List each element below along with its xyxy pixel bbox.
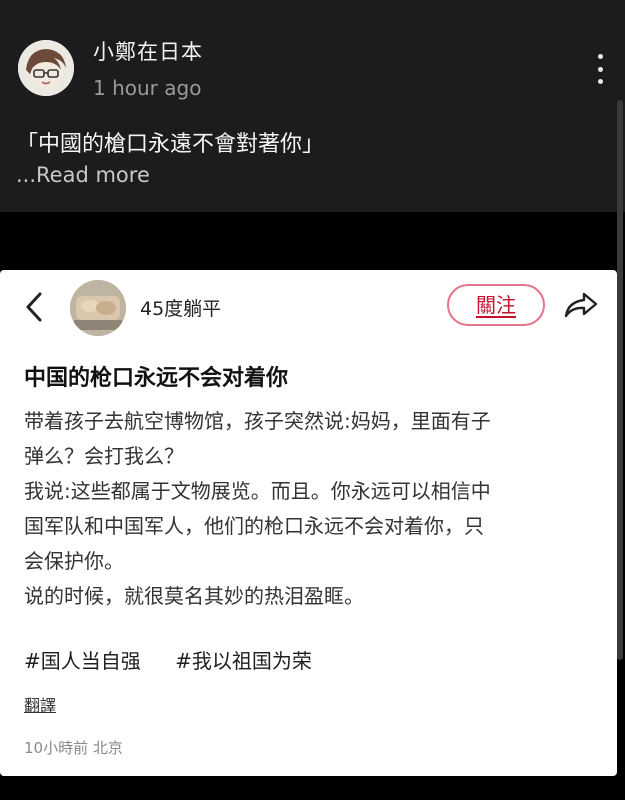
embedded-body: 带着孩子去航空博物馆，孩子突然说:妈妈，里面有子 弹么？会打我么？ 我说:这些都… bbox=[24, 404, 604, 614]
body-line: 说的时候，就很莫名其妙的热泪盈眶。 bbox=[24, 584, 364, 608]
embedded-username[interactable]: 45度躺平 bbox=[140, 294, 221, 321]
follow-button[interactable]: 關注 bbox=[447, 284, 545, 326]
embedded-title: 中国的枪口永远不会对着你 bbox=[24, 366, 289, 391]
embedded-post-screenshot: 45度躺平 關注 中国的枪口永远不会对着你 带着孩子去航空博物馆，孩子突然说:妈… bbox=[0, 270, 617, 776]
hashtag-list: #国人当自强 #我以祖国为荣 bbox=[24, 645, 330, 674]
body-line: 带着孩子去航空博物馆，孩子突然说:妈妈，里面有子 bbox=[24, 409, 491, 433]
post-author[interactable]: 小鄭在日本 bbox=[93, 36, 203, 66]
share-icon[interactable] bbox=[562, 288, 600, 322]
bottom-bar bbox=[0, 776, 625, 800]
body-line: 国军队和中国军人，他们的枪口永远不会对着你，只 bbox=[24, 514, 484, 538]
post-header: 小鄭在日本 1 hour ago 「中國的槍口永遠不會對著你」 ...Read … bbox=[0, 0, 625, 212]
avatar[interactable] bbox=[18, 40, 74, 96]
body-line: 弹么？会打我么？ bbox=[24, 444, 184, 468]
chevron-left-icon[interactable] bbox=[20, 290, 50, 324]
kebab-icon[interactable] bbox=[588, 54, 612, 84]
post-text: 「中國的槍口永遠不會對著你」 bbox=[16, 132, 325, 157]
embedded-meta: 10小時前 北京 bbox=[24, 739, 123, 757]
body-line: 会保护你。 bbox=[24, 549, 124, 573]
read-more-link[interactable]: ...Read more bbox=[16, 163, 150, 187]
post-timestamp: 1 hour ago bbox=[93, 76, 202, 100]
translate-link[interactable]: 翻譯 bbox=[24, 692, 56, 716]
avatar[interactable] bbox=[70, 280, 126, 336]
hashtag[interactable]: #我以祖国为荣 bbox=[175, 649, 312, 673]
divider bbox=[0, 212, 625, 270]
hashtag[interactable]: #国人当自强 bbox=[24, 649, 141, 673]
body-line: 我说:这些都属于文物展览。而且。你永远可以相信中 bbox=[24, 479, 491, 503]
scrollbar[interactable] bbox=[617, 100, 623, 660]
